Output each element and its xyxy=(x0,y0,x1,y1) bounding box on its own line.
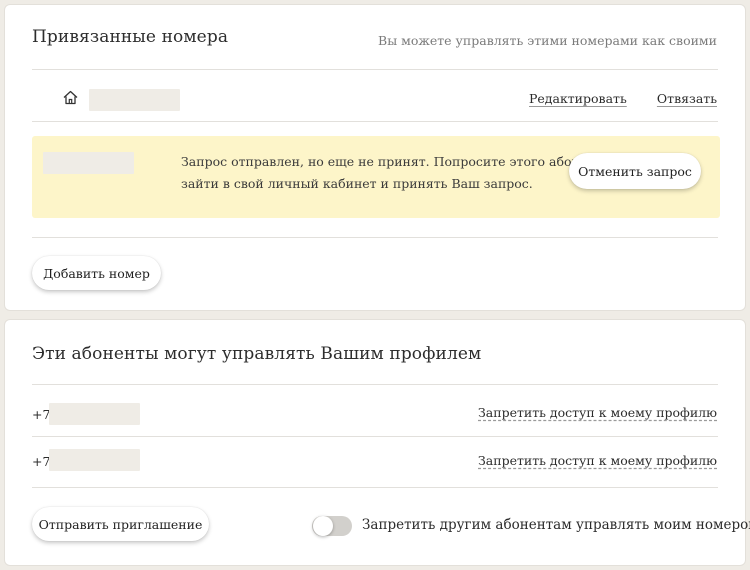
managers-card: Эти абоненты могут управлять Вашим профи… xyxy=(4,319,750,566)
divider xyxy=(32,384,718,385)
pending-request-notice: Запрос отправлен, но еще не принят. Попр… xyxy=(32,136,720,218)
deny-management-toggle[interactable] xyxy=(312,516,352,536)
divider xyxy=(32,487,718,488)
deny-access-link[interactable]: Запретить доступ к моему профилю xyxy=(478,405,717,420)
edit-link[interactable]: Редактировать xyxy=(529,91,627,106)
pending-message-line2: зайти в свой личный кабинет и принять Ва… xyxy=(181,176,533,191)
linked-numbers-hint: Вы можете управлять этими номерами как с… xyxy=(378,33,717,48)
pending-number-placeholder xyxy=(43,152,134,174)
unlink-link[interactable]: Отвязать xyxy=(657,91,717,106)
send-invite-button[interactable]: Отправить приглашение xyxy=(32,507,209,541)
linked-numbers-title: Привязанные номера xyxy=(32,27,229,47)
phone-prefix: +7 xyxy=(32,407,51,422)
deny-access-link[interactable]: Запретить доступ к моему профилю xyxy=(478,453,717,468)
manager-number-placeholder xyxy=(49,403,140,425)
linked-number-placeholder xyxy=(89,89,180,111)
deny-management-label: Запретить другим абонентам управлять мои… xyxy=(362,517,750,533)
divider xyxy=(32,237,718,238)
phone-prefix: +7 xyxy=(32,454,51,469)
divider xyxy=(32,121,718,122)
managers-title: Эти абоненты могут управлять Вашим профи… xyxy=(32,344,482,364)
linked-numbers-card: Привязанные номера Вы можете управлять э… xyxy=(4,4,746,311)
add-number-button[interactable]: Добавить номер xyxy=(32,256,161,290)
pending-message: Запрос отправлен, но еще не принят. Попр… xyxy=(181,151,610,195)
pending-message-line1: Запрос отправлен, но еще не принят. Попр… xyxy=(181,154,610,169)
home-icon xyxy=(62,89,79,106)
toggle-knob xyxy=(313,516,333,536)
divider xyxy=(32,69,718,70)
manager-number-placeholder xyxy=(49,449,140,471)
divider xyxy=(32,436,718,437)
cancel-request-button[interactable]: Отменить запрос xyxy=(569,153,701,189)
